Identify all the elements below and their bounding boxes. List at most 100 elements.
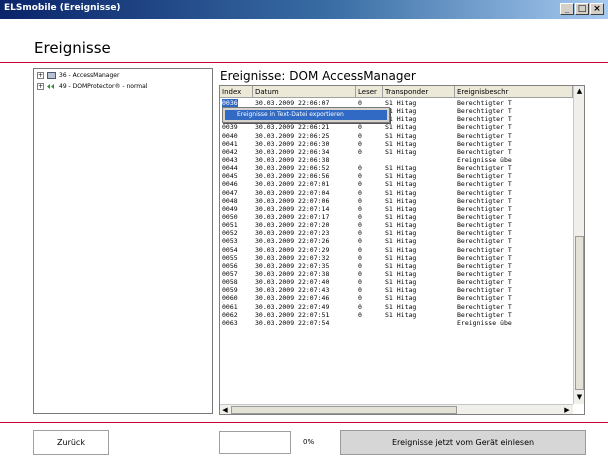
scroll-up-icon[interactable]: ▲ — [575, 87, 584, 96]
table-row[interactable]: 0042 30.03.2009 22:06:34 0 S1 Hitag Berechti… — [220, 148, 573, 156]
scroll-left-icon[interactable]: ◀ — [220, 405, 230, 414]
table-row[interactable]: 0052 30.03.2009 22:07:23 0 S1 Hitag Berechti… — [220, 229, 573, 237]
cell-leser: 0 — [358, 131, 362, 140]
table-row[interactable]: 0058 30.03.2009 22:07:40 0 S1 Hitag Berechti… — [220, 278, 573, 286]
close-button[interactable]: × — [590, 3, 604, 15]
cell-datum: 30.03.2009 22:07:51 — [255, 310, 330, 319]
cell-transponder: S1 Hitag — [385, 237, 417, 246]
table-row[interactable]: 0061 30.03.2009 22:07:49 0 S1 Hitag Berechti… — [220, 303, 573, 311]
table-row[interactable]: 0048 30.03.2009 22:07:06 0 S1 Hitag Berechti… — [220, 197, 573, 205]
expand-icon[interactable]: + — [37, 83, 44, 90]
cell-index: 0061 — [222, 302, 238, 311]
cell-transponder: S1 Hitag — [385, 310, 417, 319]
cell-index: 0060 — [222, 294, 238, 303]
scroll-thumb[interactable] — [231, 406, 457, 414]
table-row[interactable]: 0051 30.03.2009 22:07:20 0 S1 Hitag Berechti… — [220, 221, 573, 229]
cell-index: 0059 — [222, 286, 238, 295]
table-row[interactable]: 0055 30.03.2009 22:07:32 0 S1 Hitag Berechti… — [220, 254, 573, 262]
cell-beschreibung: Berechtigter T — [457, 196, 512, 205]
cell-beschreibung: Berechtigter T — [457, 107, 512, 116]
column-header-transponder[interactable]: Transponder — [383, 86, 455, 97]
maximize-button[interactable]: □ — [575, 3, 589, 15]
cell-leser: 0 — [358, 278, 362, 287]
cell-index: 0052 — [222, 229, 238, 238]
scroll-thumb[interactable] — [575, 236, 584, 390]
device-tree[interactable]: + 36 - AccessManager + 49 - DOMProtector… — [33, 68, 213, 414]
table-row[interactable]: 0041 30.03.2009 22:06:30 0 S1 Hitag Berechti… — [220, 140, 573, 148]
cell-datum: 30.03.2009 22:07:43 — [255, 286, 330, 295]
column-header-index[interactable]: Index — [220, 86, 253, 97]
table-row[interactable]: 0045 30.03.2009 22:06:56 0 S1 Hitag Berechti… — [220, 172, 573, 180]
read-events-button[interactable]: Ereignisse jetzt vom Gerät einlesen — [340, 430, 586, 455]
cell-datum: 30.03.2009 22:07:38 — [255, 269, 330, 278]
cell-datum: 30.03.2009 22:07:49 — [255, 302, 330, 311]
cell-beschreibung: Berechtigter T — [457, 261, 512, 270]
table-row[interactable]: 0050 30.03.2009 22:07:17 0 S1 Hitag Berechti… — [220, 213, 573, 221]
table-row[interactable]: 0056 30.03.2009 22:07:35 0 S1 Hitag Berechti… — [220, 262, 573, 270]
table-row[interactable]: 0063 30.03.2009 22:07:54 Ereignisse übe — [220, 319, 573, 327]
footer-divider — [0, 422, 608, 423]
cell-index: 0051 — [222, 221, 238, 230]
cell-leser: 0 — [358, 310, 362, 319]
table-row[interactable]: 0054 30.03.2009 22:07:29 0 S1 Hitag Berechti… — [220, 246, 573, 254]
cell-beschreibung: Berechtigter T — [457, 221, 512, 230]
cell-beschreibung: Berechtigter T — [457, 139, 512, 148]
tree-item-access-manager[interactable]: + 36 - AccessManager — [37, 72, 119, 79]
table-row[interactable]: 0059 30.03.2009 22:07:43 0 S1 Hitag Berechti… — [220, 286, 573, 294]
cell-index: 0044 — [222, 164, 238, 173]
cell-datum: 30.03.2009 22:07:01 — [255, 180, 330, 189]
cell-index: 0054 — [222, 245, 238, 254]
cell-beschreibung: Berechtigter T — [457, 147, 512, 156]
access-manager-icon — [47, 72, 56, 79]
cell-datum: 30.03.2009 22:07:35 — [255, 261, 330, 270]
table-row[interactable]: 0044 30.03.2009 22:06:52 0 S1 Hitag Berechti… — [220, 164, 573, 172]
table-row[interactable]: 0043 30.03.2009 22:06:38 Ereignisse übe — [220, 156, 573, 164]
cell-leser: 0 — [358, 286, 362, 295]
table-row[interactable]: 0040 30.03.2009 22:06:25 0 S1 Hitag Berechti… — [220, 132, 573, 140]
table-row[interactable]: 0036 30.03.2009 22:06:07 0 S1 Hitag Berechti… — [220, 99, 573, 107]
table-row[interactable]: 0053 30.03.2009 22:07:26 0 S1 Hitag Berechti… — [220, 237, 573, 245]
cell-leser: 0 — [358, 180, 362, 189]
minimize-button[interactable]: _ — [560, 3, 574, 15]
cell-datum: 30.03.2009 22:07:26 — [255, 237, 330, 246]
tree-item-dom-protector[interactable]: + 49 - DOMProtector® - normal — [37, 83, 148, 90]
column-header-datum[interactable]: Datum — [253, 86, 356, 97]
cell-beschreibung: Berechtigter T — [457, 245, 512, 254]
cell-beschreibung: Berechtigter T — [457, 99, 512, 107]
cell-leser: 0 — [358, 147, 362, 156]
cell-datum: 30.03.2009 22:06:21 — [255, 123, 330, 132]
column-header-beschreibung[interactable]: Ereignisbeschr — [455, 86, 573, 97]
events-table[interactable]: Index Datum Leser Transponder Ereignisbe… — [219, 85, 585, 415]
cell-beschreibung: Berechtigter T — [457, 278, 512, 287]
table-row[interactable]: 0062 30.03.2009 22:07:51 0 S1 Hitag Berechti… — [220, 311, 573, 319]
export-to-textfile-menu-item[interactable]: Ereignisse in Text-Datei exportieren — [225, 110, 387, 120]
table-row[interactable]: 0039 30.03.2009 22:06:21 0 S1 Hitag Berechti… — [220, 123, 573, 131]
cell-datum: 30.03.2009 22:07:29 — [255, 245, 330, 254]
cell-beschreibung: Ereignisse übe — [457, 318, 512, 327]
horizontal-scrollbar[interactable]: ◀ ▶ — [220, 404, 573, 414]
cell-beschreibung: Berechtigter T — [457, 286, 512, 295]
table-row[interactable]: 0060 30.03.2009 22:07:46 0 S1 Hitag Berechti… — [220, 294, 573, 302]
table-body: 0036 30.03.2009 22:06:07 0 S1 Hitag Berechti… — [220, 99, 573, 327]
cell-index: 0043 — [222, 155, 238, 164]
table-row[interactable]: 0047 30.03.2009 22:07:04 0 S1 Hitag Berechti… — [220, 189, 573, 197]
table-row[interactable]: 0046 30.03.2009 22:07:01 0 S1 Hitag Berechti… — [220, 180, 573, 188]
cell-leser: 0 — [358, 261, 362, 270]
cell-beschreibung: Berechtigter T — [457, 131, 512, 140]
back-button[interactable]: Zurück — [33, 430, 109, 455]
scroll-down-icon[interactable]: ▼ — [575, 393, 584, 402]
column-header-leser[interactable]: Leser — [356, 86, 383, 97]
cell-transponder: S1 Hitag — [385, 164, 417, 173]
table-row[interactable]: 0049 30.03.2009 22:07:14 0 S1 Hitag Berechti… — [220, 205, 573, 213]
expand-icon[interactable]: + — [37, 72, 44, 79]
cell-datum: 30.03.2009 22:07:32 — [255, 253, 330, 262]
cell-index: 0041 — [222, 139, 238, 148]
cell-leser: 0 — [358, 269, 362, 278]
vertical-scrollbar[interactable]: ▲ ▼ — [573, 86, 584, 404]
table-row[interactable]: 0057 30.03.2009 22:07:38 0 S1 Hitag Berechti… — [220, 270, 573, 278]
scroll-right-icon[interactable]: ▶ — [562, 405, 572, 414]
events-title: Ereignisse: DOM AccessManager — [220, 69, 416, 83]
cell-datum: 30.03.2009 22:06:38 — [255, 155, 330, 164]
cell-leser: 0 — [358, 99, 362, 107]
cell-transponder: S1 Hitag — [385, 115, 417, 124]
